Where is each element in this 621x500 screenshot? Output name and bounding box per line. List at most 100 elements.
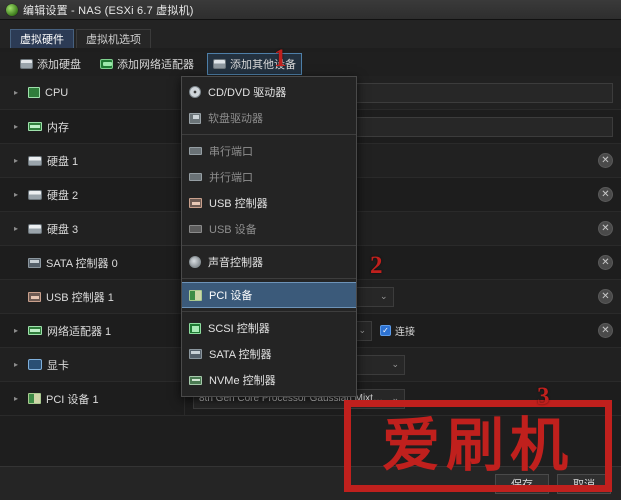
sidebar-item-network-adapter-1[interactable]: ▸ 网络适配器 1 bbox=[0, 314, 185, 347]
remove-device-button[interactable]: ✕ bbox=[598, 221, 613, 236]
menu-item-label: 声音控制器 bbox=[208, 257, 263, 269]
remove-device-button[interactable]: ✕ bbox=[598, 187, 613, 202]
sidebar-item-harddisk-3[interactable]: ▸ 硬盘 3 bbox=[0, 212, 185, 245]
sidebar-item-label: PCI 设备 1 bbox=[46, 393, 99, 406]
menu-item-serial-port[interactable]: 串行端口 bbox=[182, 138, 356, 164]
dialog-empty-area bbox=[0, 424, 621, 466]
menu-separator bbox=[182, 245, 356, 246]
network-adapter-icon bbox=[28, 326, 42, 335]
edit-settings-dialog: 编辑设置 - NAS (ESXi 6.7 虚拟机) 虚拟硬件 虚拟机选项 添加硬… bbox=[0, 0, 621, 500]
menu-item-scsi-controller[interactable]: SCSI 控制器 bbox=[182, 315, 356, 341]
twisty-icon[interactable]: ▸ bbox=[14, 360, 23, 369]
other-device-icon bbox=[213, 59, 226, 69]
harddisk-icon bbox=[28, 223, 42, 234]
remove-device-button[interactable]: ✕ bbox=[598, 289, 613, 304]
sidebar-item-label: USB 控制器 1 bbox=[46, 291, 114, 304]
menu-item-sata-controller[interactable]: SATA 控制器 bbox=[182, 341, 356, 367]
cpu-icon bbox=[28, 87, 40, 98]
add-disk-button[interactable]: 添加硬盘 bbox=[14, 53, 87, 75]
harddisk-icon bbox=[28, 155, 42, 166]
usb-device-icon bbox=[189, 225, 202, 233]
twisty-icon[interactable]: ▸ bbox=[14, 190, 23, 199]
menu-item-usb-device[interactable]: USB 设备 bbox=[182, 216, 356, 242]
twisty-icon[interactable]: ▸ bbox=[14, 394, 23, 403]
menu-item-label: 串行端口 bbox=[209, 146, 253, 158]
device-toolbar: 添加硬盘 添加网络适配器 添加其他设备 bbox=[0, 52, 621, 76]
twisty-icon[interactable]: ▸ bbox=[14, 224, 23, 233]
sata-controller-icon bbox=[189, 349, 202, 359]
vm-green-icon bbox=[6, 3, 18, 16]
sidebar-item-label: 网络适配器 1 bbox=[47, 325, 112, 338]
scsi-controller-icon bbox=[189, 322, 201, 334]
pci-device-icon bbox=[28, 393, 41, 404]
menu-item-label: SATA 控制器 bbox=[209, 349, 272, 361]
menu-item-label: 并行端口 bbox=[209, 172, 253, 184]
twisty-icon[interactable]: ▸ bbox=[14, 122, 23, 131]
annotation-two: 2 bbox=[370, 252, 383, 279]
sidebar-item-cpu[interactable]: ▸ CPU bbox=[0, 76, 185, 109]
video-card-icon bbox=[28, 359, 42, 370]
tab-virtual-hardware[interactable]: 虚拟硬件 bbox=[10, 29, 74, 48]
connect-checkbox[interactable]: ✓ bbox=[380, 325, 391, 336]
sidebar-item-label: 硬盘 2 bbox=[47, 189, 79, 202]
sidebar-item-usb-controller-1[interactable]: ▸ USB 控制器 1 bbox=[0, 280, 185, 313]
menu-item-usb-controller[interactable]: USB 控制器 bbox=[182, 190, 356, 216]
sidebar-item-label: 硬盘 1 bbox=[47, 155, 79, 168]
tab-strip: 虚拟硬件 虚拟机选项 bbox=[0, 20, 621, 48]
sidebar-item-harddisk-2[interactable]: ▸ 硬盘 2 bbox=[0, 178, 185, 211]
sidebar-item-label: 硬盘 3 bbox=[47, 223, 79, 236]
usb-controller-icon bbox=[189, 198, 202, 208]
menu-item-label: SCSI 控制器 bbox=[208, 323, 270, 335]
menu-separator bbox=[182, 134, 356, 135]
harddisk-icon bbox=[20, 59, 33, 69]
add-other-device-menu: CD/DVD 驱动器 软盘驱动器 串行端口 并行端口 USB 控制器 USB 设… bbox=[181, 76, 357, 397]
cancel-button[interactable]: 取消 bbox=[557, 473, 611, 494]
serial-port-icon bbox=[189, 147, 202, 155]
cd-dvd-drive-icon bbox=[189, 86, 201, 98]
remove-device-button[interactable]: ✕ bbox=[598, 323, 613, 338]
menu-item-cd-dvd-drive[interactable]: CD/DVD 驱动器 bbox=[182, 79, 356, 105]
menu-separator bbox=[182, 311, 356, 312]
sidebar-item-memory[interactable]: ▸ 内存 bbox=[0, 110, 185, 143]
tab-vm-options[interactable]: 虚拟机选项 bbox=[76, 29, 151, 48]
save-button[interactable]: 保存 bbox=[495, 473, 549, 494]
twisty-icon[interactable]: ▸ bbox=[14, 88, 23, 97]
menu-item-pci-device[interactable]: PCI 设备 bbox=[182, 282, 356, 308]
twisty-icon[interactable]: ▸ bbox=[14, 156, 23, 165]
pci-device-icon bbox=[189, 289, 202, 301]
connect-checkbox-label: 连接 bbox=[395, 327, 415, 338]
add-other-device-button[interactable]: 添加其他设备 bbox=[207, 53, 302, 75]
remove-device-button[interactable]: ✕ bbox=[598, 153, 613, 168]
add-disk-label: 添加硬盘 bbox=[37, 59, 81, 71]
sidebar-item-sata-controller-0[interactable]: ▸ SATA 控制器 0 bbox=[0, 246, 185, 279]
sidebar-item-harddisk-1[interactable]: ▸ 硬盘 1 bbox=[0, 144, 185, 177]
parallel-port-icon bbox=[189, 173, 202, 181]
menu-item-sound-controller[interactable]: 声音控制器 bbox=[182, 249, 356, 275]
sidebar-item-label: CPU bbox=[45, 86, 69, 99]
chevron-down-icon: ⌄ bbox=[391, 359, 399, 369]
annotation-three: 3 bbox=[537, 383, 550, 410]
twisty-icon[interactable]: ▸ bbox=[14, 326, 23, 335]
sound-controller-icon bbox=[189, 256, 201, 268]
menu-item-label: PCI 设备 bbox=[209, 290, 253, 302]
memory-icon bbox=[28, 122, 42, 131]
network-adapter-icon bbox=[100, 59, 113, 69]
chevron-down-icon: ⌄ bbox=[358, 325, 366, 335]
floppy-drive-icon bbox=[189, 112, 201, 124]
dialog-footer: 保存 取消 bbox=[0, 466, 621, 500]
harddisk-icon bbox=[28, 189, 42, 200]
window-title: 编辑设置 - NAS (ESXi 6.7 虚拟机) bbox=[23, 4, 194, 17]
menu-separator bbox=[182, 278, 356, 279]
menu-item-label: USB 控制器 bbox=[209, 198, 268, 210]
connect-checkbox-wrapper[interactable]: ✓ 连接 bbox=[380, 323, 415, 338]
sidebar-item-pci-device-1[interactable]: ▸ PCI 设备 1 bbox=[0, 382, 185, 415]
sata-controller-icon bbox=[28, 257, 41, 268]
menu-item-label: CD/DVD 驱动器 bbox=[208, 87, 287, 99]
menu-item-parallel-port[interactable]: 并行端口 bbox=[182, 164, 356, 190]
menu-item-nvme-controller[interactable]: NVMe 控制器 bbox=[182, 367, 356, 393]
sidebar-item-video-card[interactable]: ▸ 显卡 bbox=[0, 348, 185, 381]
annotation-one: 1 bbox=[274, 45, 287, 72]
remove-device-button[interactable]: ✕ bbox=[598, 255, 613, 270]
menu-item-floppy-drive[interactable]: 软盘驱动器 bbox=[182, 105, 356, 131]
add-network-adapter-button[interactable]: 添加网络适配器 bbox=[94, 53, 200, 75]
